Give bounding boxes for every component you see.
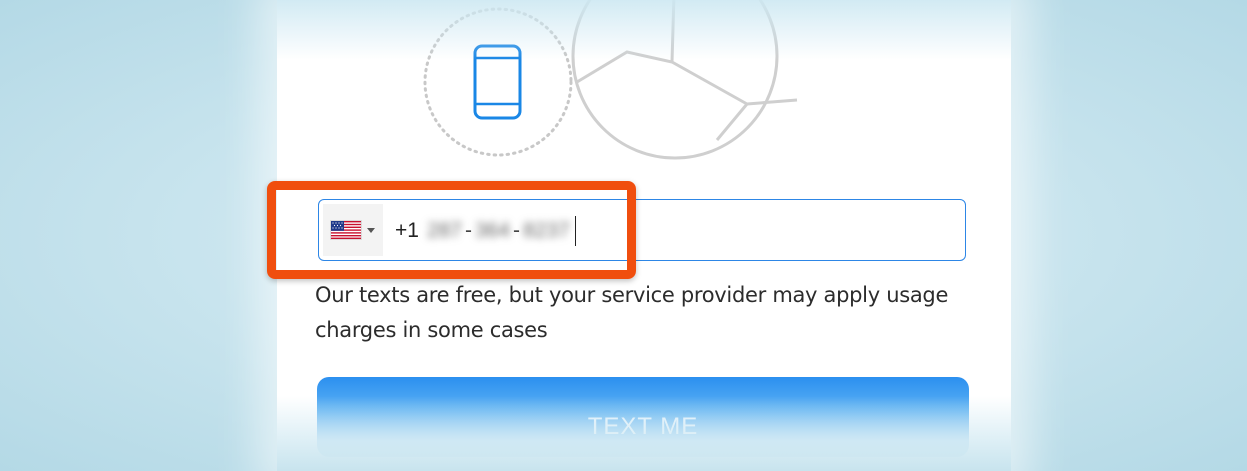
dotted-circle-graphic — [423, 7, 573, 157]
phone-field-highlight-annotation — [267, 181, 636, 279]
phone-verification-illustration — [423, 0, 798, 160]
circle-spokes-graphic — [576, 0, 798, 141]
outer-circle-graphic — [571, 0, 779, 160]
text-me-button[interactable]: TEXT ME — [317, 377, 969, 457]
sms-charges-note: Our texts are free, but your service pro… — [315, 283, 949, 342]
